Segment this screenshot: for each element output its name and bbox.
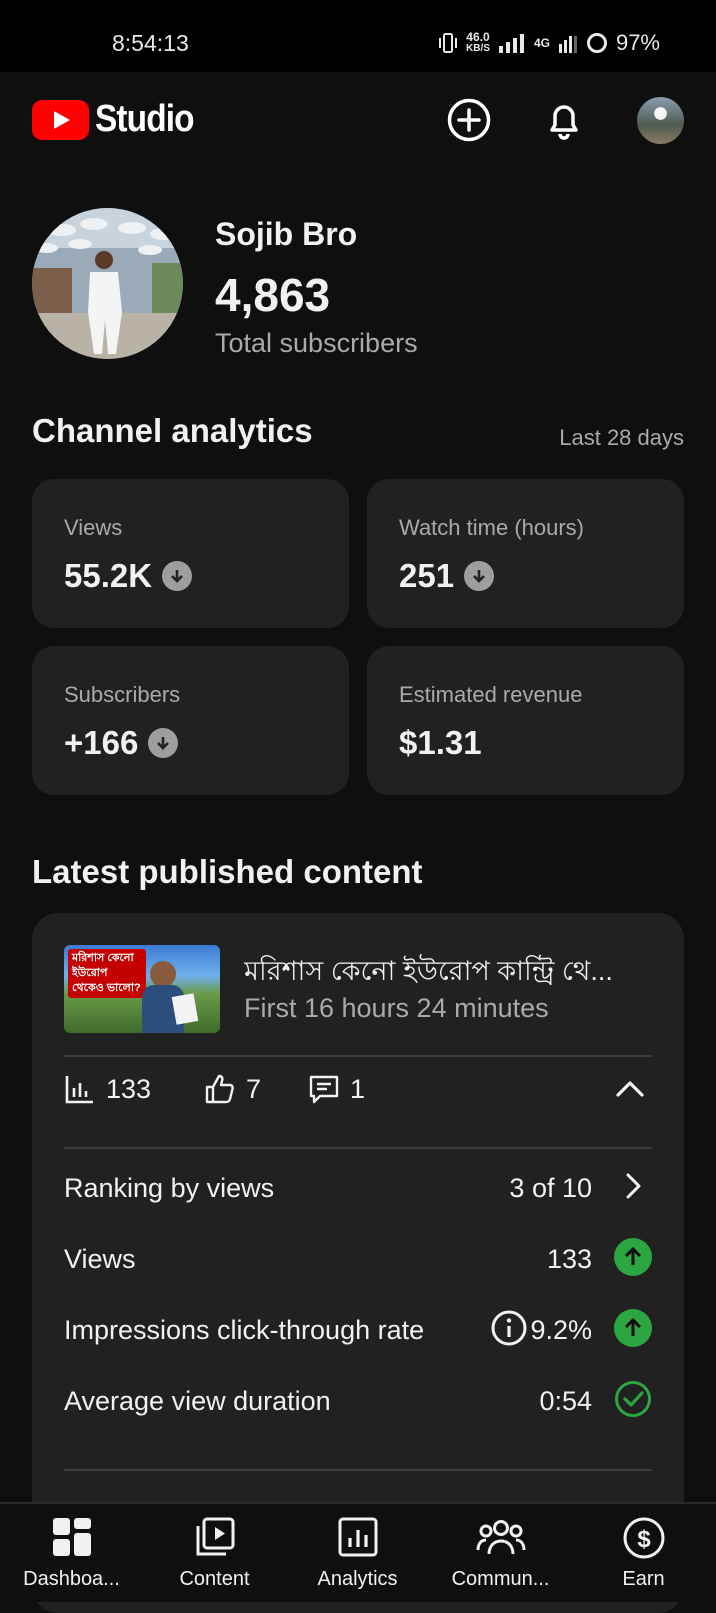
video-title[interactable]: মরিশাস কেনো ইউরোপ কান্ট্রি থে... bbox=[244, 951, 664, 996]
bottom-nav: Dashboa... Content Analytics Commun... $… bbox=[0, 1502, 716, 1602]
nav-content[interactable]: Content bbox=[143, 1504, 286, 1602]
chevron-right-icon bbox=[626, 1173, 641, 1199]
card-value: 251 bbox=[399, 557, 495, 595]
arrow-up-icon bbox=[614, 1309, 652, 1347]
analytics-range[interactable]: Last 28 days bbox=[559, 425, 684, 451]
divider bbox=[64, 1055, 652, 1057]
card-value: 55.2K bbox=[64, 557, 193, 595]
info-icon[interactable] bbox=[490, 1309, 528, 1347]
analytics-title: Channel analytics bbox=[32, 412, 313, 449]
nav-label: Commun... bbox=[451, 1568, 550, 1590]
comment-icon bbox=[309, 1075, 339, 1104]
card-value-text: +166 bbox=[64, 724, 139, 761]
video-period: First 16 hours 24 minutes bbox=[244, 993, 549, 1023]
check-circle-icon bbox=[615, 1381, 651, 1417]
subscribers-card[interactable]: Subscribers +166 bbox=[32, 646, 349, 795]
ranking-row[interactable]: Ranking by views 3 of 10 bbox=[64, 1167, 652, 1207]
row-value: 0:54 bbox=[539, 1386, 592, 1416]
thumbnail-paper bbox=[171, 993, 199, 1025]
notifications-icon[interactable] bbox=[540, 96, 588, 144]
studio-logo[interactable]: Studio bbox=[32, 98, 207, 141]
subscriber-label: Total subscribers bbox=[215, 328, 418, 358]
card-value-text: 55.2K bbox=[64, 557, 153, 594]
nav-label: Earn bbox=[622, 1568, 665, 1590]
video-comments-metric: 1 bbox=[308, 1073, 365, 1105]
views-card[interactable]: Views 55.2K bbox=[32, 479, 349, 628]
signal-icon bbox=[498, 34, 524, 53]
nav-label: Analytics bbox=[317, 1568, 398, 1590]
channel-avatar[interactable] bbox=[32, 208, 183, 359]
net-speed: 46.0 KB/S bbox=[466, 31, 490, 55]
bar-chart-icon bbox=[65, 1076, 93, 1104]
create-icon[interactable] bbox=[445, 96, 493, 144]
card-value: $1.31 bbox=[399, 724, 482, 762]
vibrate-icon bbox=[439, 33, 458, 53]
trend-down-icon bbox=[162, 561, 193, 591]
nav-dashboard[interactable]: Dashboa... bbox=[0, 1504, 143, 1602]
arrow-up-icon bbox=[614, 1238, 652, 1276]
thumbnail-text: মরিশাস কেনো ইউরোপ থেকেও ভালো? bbox=[68, 949, 146, 998]
nav-label: Dashboa... bbox=[23, 1568, 120, 1590]
dashboard-icon bbox=[52, 1518, 91, 1556]
status-icons: 46.0 KB/S 4G 97% bbox=[438, 30, 660, 56]
network-type: 4G bbox=[533, 36, 550, 50]
thumbs-up-icon bbox=[205, 1074, 234, 1104]
video-likes-metric: 7 bbox=[204, 1073, 261, 1105]
card-label: Watch time (hours) bbox=[399, 515, 585, 540]
video-views-metric: 133 bbox=[64, 1073, 151, 1105]
card-label: Views bbox=[64, 515, 123, 540]
row-label: Views bbox=[64, 1244, 136, 1274]
net-speed-value: 46.0 bbox=[466, 30, 490, 44]
revenue-card[interactable]: Estimated revenue $1.31 bbox=[367, 646, 684, 795]
watch-time-card[interactable]: Watch time (hours) 251 bbox=[367, 479, 684, 628]
analytics-icon bbox=[338, 1517, 377, 1557]
trend-down-icon bbox=[148, 728, 179, 758]
svg-text:$: $ bbox=[637, 1526, 651, 1553]
trend-down-icon bbox=[464, 561, 495, 591]
battery-ring-icon bbox=[586, 33, 607, 53]
battery-level: 97% bbox=[615, 30, 660, 55]
content-icon bbox=[196, 1517, 234, 1556]
youtube-logo-icon bbox=[32, 99, 89, 140]
row-value: 133 bbox=[546, 1244, 592, 1274]
nav-analytics[interactable]: Analytics bbox=[286, 1504, 429, 1602]
card-value-text: 251 bbox=[399, 557, 455, 594]
earn-icon: $ bbox=[623, 1517, 664, 1559]
row-label: Ranking by views bbox=[64, 1173, 275, 1203]
channel-photo bbox=[32, 208, 183, 359]
latest-title: Latest published content bbox=[32, 853, 423, 890]
row-value: 9.2% bbox=[530, 1315, 592, 1345]
community-icon bbox=[476, 1520, 525, 1555]
card-label: Subscribers bbox=[64, 682, 181, 707]
account-avatar[interactable] bbox=[637, 97, 684, 144]
status-time: 8:54:13 bbox=[112, 30, 189, 56]
card-value: +166 bbox=[64, 724, 179, 762]
subscriber-count: 4,863 bbox=[215, 269, 331, 321]
card-value-text: $1.31 bbox=[399, 724, 482, 761]
ctr-row: Impressions click-through rate 9.2% bbox=[64, 1309, 652, 1349]
status-bar: 8:54:13 46.0 KB/S 4G 97% bbox=[0, 0, 716, 72]
logo-text: Studio bbox=[95, 98, 195, 140]
comments-count: 1 bbox=[350, 1073, 366, 1104]
channel-name: Sojib Bro bbox=[215, 216, 358, 252]
thumbnail-person-head bbox=[150, 961, 176, 987]
row-label: Impressions click-through rate bbox=[64, 1315, 425, 1345]
divider bbox=[64, 1469, 652, 1471]
likes-count: 7 bbox=[246, 1073, 262, 1104]
nav-community[interactable]: Commun... bbox=[429, 1504, 572, 1602]
net-speed-unit: KB/S bbox=[466, 43, 490, 54]
chevron-up-icon[interactable] bbox=[612, 1071, 648, 1107]
row-label: Average view duration bbox=[64, 1386, 331, 1416]
nav-label: Content bbox=[179, 1568, 250, 1590]
row-value: 3 of 10 bbox=[509, 1173, 592, 1203]
video-thumbnail[interactable]: মরিশাস কেনো ইউরোপ থেকেও ভালো? bbox=[64, 945, 220, 1033]
avg-duration-row: Average view duration 0:54 bbox=[64, 1380, 652, 1420]
views-row: Views 133 bbox=[64, 1238, 652, 1278]
card-label: Estimated revenue bbox=[399, 682, 583, 707]
divider bbox=[64, 1147, 652, 1149]
nav-earn[interactable]: $ Earn bbox=[572, 1504, 715, 1602]
views-count: 133 bbox=[106, 1073, 152, 1104]
signal-2-icon bbox=[558, 36, 577, 53]
